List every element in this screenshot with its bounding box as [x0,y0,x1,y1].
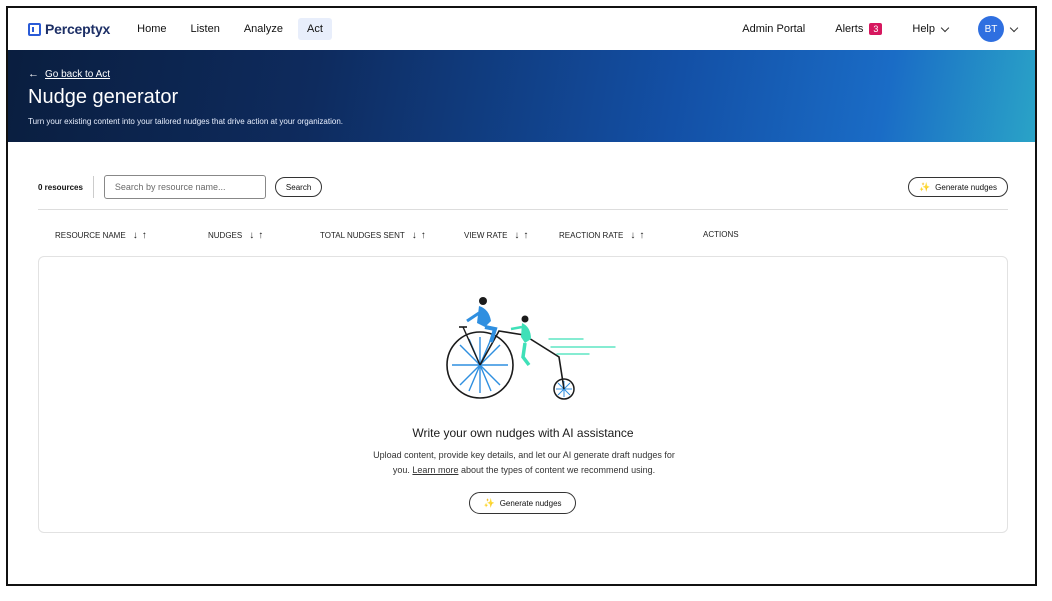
resources-toolbar: 0 resources Search ✨ Generate nudges [38,174,1008,200]
empty-state-description: Upload content, provide key details, and… [339,448,709,478]
empty-state-desc-line1: Upload content, provide key details, and… [373,450,675,460]
empty-state-card: Write your own nudges with AI assistance… [38,256,1008,533]
empty-state-desc-post: about the types of content we recommend … [460,465,656,475]
toolbar-divider [92,176,94,198]
column-header-total-nudges-sent[interactable]: TOTAL NUDGES SENT ↓↑ [320,230,430,241]
sort-arrows-icon[interactable]: ↓↑ [412,230,430,241]
user-menu[interactable]: BT [978,16,1019,42]
penny-farthing-illustration [446,297,616,400]
chevron-down-icon [940,23,950,32]
magic-wand-icon: ✨ [918,181,931,192]
page-title: Nudge generator [28,86,179,108]
admin-portal-link[interactable]: Admin Portal [742,23,805,35]
back-link-label: Go back to Act [45,68,111,80]
arrow-left-icon: ← [28,68,39,80]
alerts-button[interactable]: Alerts 3 [835,23,883,35]
sort-arrows-icon[interactable]: ↓↑ [514,230,532,241]
help-label: Help [912,23,935,35]
column-header-reaction-rate[interactable]: REACTION RATE ↓↑ [559,230,648,241]
primary-nav: Home Listen Analyze Act [128,18,338,40]
alerts-count-badge: 3 [869,23,883,35]
page-header-banner: ← Go back to Act Nudge generator Turn yo… [8,50,1035,142]
column-header-resource-name[interactable]: RESOURCE NAME ↓↑ [55,230,151,241]
generate-nudges-button[interactable]: ✨ Generate nudges [907,177,1008,197]
top-navigation: Perceptyx Home Listen Analyze Act Admin … [8,8,1035,50]
brand-name: Perceptyx [45,21,111,37]
nav-link-listen[interactable]: Listen [181,18,228,40]
avatar: BT [978,16,1004,42]
nav-link-home[interactable]: Home [128,18,175,40]
column-label: RESOURCE NAME [55,231,126,240]
help-menu[interactable]: Help [912,23,950,35]
column-label: ACTIONS [703,230,739,239]
column-header-actions: ACTIONS [703,230,739,239]
empty-state-title: Write your own nudges with AI assistance [412,426,634,440]
toolbar-divider-line [38,209,1008,210]
sort-arrows-icon[interactable]: ↓↑ [249,230,267,241]
perceptyx-logo-icon [28,22,41,36]
sort-arrows-icon[interactable]: ↓↑ [133,230,151,241]
column-label: TOTAL NUDGES SENT [320,231,405,240]
sort-arrows-icon[interactable]: ↓↑ [630,230,648,241]
empty-state-desc-pre: you. [392,465,410,475]
page-subtitle: Turn your existing content into your tai… [28,117,343,126]
table-header: RESOURCE NAME ↓↑ NUDGES ↓↑ TOTAL NUDGES … [55,230,995,244]
learn-more-link[interactable]: Learn more [412,465,458,475]
nav-link-act[interactable]: Act [297,18,332,40]
generate-nudges-label: Generate nudges [499,498,562,508]
column-label: NUDGES [208,231,243,240]
app-window: Perceptyx Home Listen Analyze Act Admin … [6,6,1037,586]
generate-nudges-label: Generate nudges [935,182,997,192]
column-header-view-rate[interactable]: VIEW RATE ↓↑ [464,230,532,241]
generate-nudges-button-empty-state[interactable]: ✨ Generate nudges [469,492,576,514]
search-button[interactable]: Search [274,177,323,197]
search-input[interactable] [103,175,266,199]
alerts-label: Alerts [835,23,864,35]
chevron-down-icon [1009,23,1019,32]
column-label: REACTION RATE [559,231,624,240]
column-header-nudges[interactable]: NUDGES ↓↑ [208,230,267,241]
resource-count: 0 resources [38,182,83,192]
magic-wand-icon: ✨ [483,497,495,508]
back-link[interactable]: ← Go back to Act [28,68,110,80]
column-label: VIEW RATE [464,231,508,240]
nav-link-analyze[interactable]: Analyze [235,18,292,40]
brand-logo[interactable]: Perceptyx [28,8,110,50]
nav-utilities: Admin Portal Alerts 3 Help BT [712,16,1019,42]
